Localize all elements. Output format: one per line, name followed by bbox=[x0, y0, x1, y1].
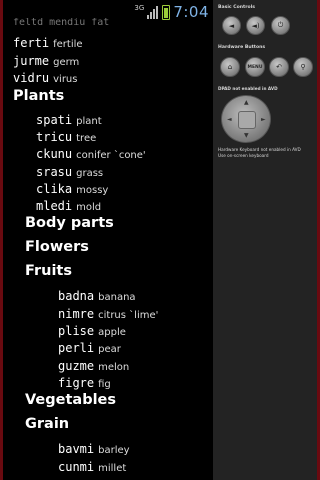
list-item: spati plant bbox=[36, 111, 102, 127]
signal-icon bbox=[147, 5, 159, 19]
emulator-controls-panel: Basic Controls ◄ ◄) ⏻ Hardware Buttons ⌂… bbox=[213, 0, 317, 480]
list-item: ferti fertile bbox=[13, 34, 83, 50]
list-item: vidru virus bbox=[13, 69, 77, 85]
entry-word: clika bbox=[36, 182, 73, 196]
list-item: figre fig bbox=[58, 374, 111, 390]
keyboard-note-2: Use on-screen keyboard bbox=[218, 153, 269, 158]
volume-up-icon: ◄) bbox=[251, 21, 260, 30]
entry-gloss: grass bbox=[76, 168, 104, 179]
entry-gloss: pear bbox=[98, 344, 121, 355]
entry-gloss: apple bbox=[98, 327, 126, 338]
entry-gloss: banana bbox=[98, 292, 136, 303]
entry-gloss: mossy bbox=[76, 185, 109, 196]
list-item: cunmi millet bbox=[58, 458, 126, 474]
list-item: tricu tree bbox=[36, 128, 96, 144]
entry-word: cunmi bbox=[58, 460, 95, 474]
entry-gloss: millet bbox=[98, 463, 127, 474]
entry-word: plise bbox=[58, 324, 95, 338]
category-body-parts[interactable]: Body parts bbox=[25, 216, 114, 231]
dpad[interactable]: ▲ ▼ ◄ ► bbox=[221, 95, 271, 143]
entry-word: spati bbox=[36, 113, 73, 127]
list-item: jurme germ bbox=[13, 52, 79, 68]
list-item: guzme melon bbox=[58, 357, 129, 373]
entry-word: srasu bbox=[36, 165, 73, 179]
menu-label: MENU bbox=[247, 64, 263, 70]
dpad-left-icon: ◄ bbox=[227, 116, 232, 123]
volume-down-button[interactable]: ◄ bbox=[222, 16, 241, 35]
entry-word: bavmi bbox=[58, 442, 95, 456]
power-button[interactable]: ⏻ bbox=[271, 16, 290, 35]
list-item: ckunu conifer `cone' bbox=[36, 145, 146, 161]
dpad-up-icon: ▲ bbox=[244, 99, 249, 106]
entry-word: guzme bbox=[58, 359, 95, 373]
hardware-buttons-label: Hardware Buttons bbox=[218, 45, 266, 50]
entry-gloss: mold bbox=[76, 202, 102, 213]
category-fruits[interactable]: Fruits bbox=[25, 264, 72, 279]
entry-word: nimre bbox=[58, 307, 95, 321]
power-icon: ⏻ bbox=[277, 21, 284, 29]
entry-gloss: plant bbox=[76, 116, 102, 127]
back-button[interactable]: ↶ bbox=[269, 57, 289, 77]
dpad-right-icon: ► bbox=[261, 116, 266, 123]
emulator-frame: 3G 7:04 feltd mendiu fat ferti fertile ju… bbox=[0, 0, 320, 480]
category-vegetables[interactable]: Vegetables bbox=[25, 393, 116, 408]
menu-button[interactable]: MENU bbox=[245, 57, 265, 77]
list-item: clika mossy bbox=[36, 180, 108, 196]
basic-controls-label: Basic Controls bbox=[218, 5, 255, 10]
dpad-center-button[interactable] bbox=[238, 111, 256, 129]
search-icon: ⚲ bbox=[300, 63, 306, 71]
entry-gloss: melon bbox=[98, 362, 130, 373]
entry-gloss: virus bbox=[53, 74, 78, 85]
entry-word: ckunu bbox=[36, 147, 73, 161]
search-button[interactable]: ⚲ bbox=[293, 57, 313, 77]
list-item: bavmi barley bbox=[58, 440, 130, 456]
entry-gloss: fig bbox=[98, 379, 111, 390]
home-icon: ⌂ bbox=[227, 63, 233, 71]
keyboard-note: Hardware Keyboard not enabled in AVD bbox=[218, 147, 301, 152]
list-item: badna banana bbox=[58, 287, 136, 303]
entry-word: figre bbox=[58, 376, 95, 390]
network-type: 3G bbox=[134, 4, 145, 12]
entry-word: vidru bbox=[13, 71, 50, 85]
entry-gloss: conifer `cone' bbox=[76, 150, 146, 161]
volume-up-button[interactable]: ◄) bbox=[246, 16, 265, 35]
category-grain[interactable]: Grain bbox=[25, 417, 69, 432]
home-button[interactable]: ⌂ bbox=[220, 57, 240, 77]
list-item: nimre citrus `lime' bbox=[58, 305, 158, 321]
entry-gloss: citrus `lime' bbox=[98, 310, 159, 321]
list-item: perli pear bbox=[58, 339, 121, 355]
dpad-down-icon: ▼ bbox=[244, 132, 249, 139]
entry-gloss: fertile bbox=[53, 39, 83, 50]
list-item: mledi mold bbox=[36, 197, 101, 213]
entry-word: ferti bbox=[13, 36, 50, 50]
entry-word: mledi bbox=[36, 199, 73, 213]
vocabulary-list[interactable]: feltd mendiu fat ferti fertile jurme germ … bbox=[3, 18, 213, 480]
category-plants[interactable]: Plants bbox=[13, 89, 64, 104]
back-icon: ↶ bbox=[276, 63, 282, 71]
volume-down-icon: ◄ bbox=[228, 21, 235, 30]
cutoff-row: feltd mendiu fat bbox=[13, 18, 110, 28]
entry-word: jurme bbox=[13, 54, 50, 68]
category-flowers[interactable]: Flowers bbox=[25, 240, 89, 255]
entry-word: tricu bbox=[36, 130, 73, 144]
entry-word: perli bbox=[58, 341, 95, 355]
entry-gloss: barley bbox=[98, 445, 130, 456]
entry-gloss: tree bbox=[76, 133, 97, 144]
entry-word: badna bbox=[58, 289, 95, 303]
entry-gloss: germ bbox=[53, 57, 80, 68]
list-item: plise apple bbox=[58, 322, 126, 338]
list-item: srasu grass bbox=[36, 163, 103, 179]
dpad-note: DPAD not enabled in AVD bbox=[218, 86, 278, 91]
